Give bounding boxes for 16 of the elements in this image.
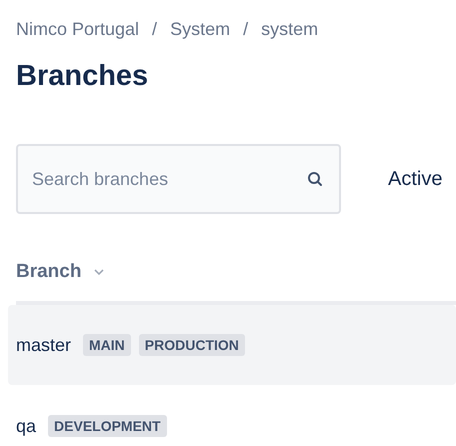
breadcrumb-link[interactable]: system [261,18,318,40]
branch-tag: DEVELOPMENT [48,415,167,437]
column-header[interactable]: Branch [16,258,106,286]
branch-tag: MAIN [83,334,131,356]
breadcrumb-link[interactable]: System [170,18,230,40]
branch-tag: PRODUCTION [138,334,245,356]
search-field[interactable]: Search branches [16,144,341,214]
breadcrumb-separator: / [243,18,248,40]
page-title: Branches [16,59,150,94]
breadcrumb-link[interactable]: Nimco Portugal [16,18,140,40]
branch-name[interactable]: master [16,334,72,356]
search-icon [307,171,323,187]
table-row[interactable]: master MAIN PRODUCTION [8,305,456,385]
filter-dropdown[interactable]: Active [388,168,442,190]
branch-name[interactable]: qa [16,416,36,437]
breadcrumb-separator: / [152,18,158,40]
